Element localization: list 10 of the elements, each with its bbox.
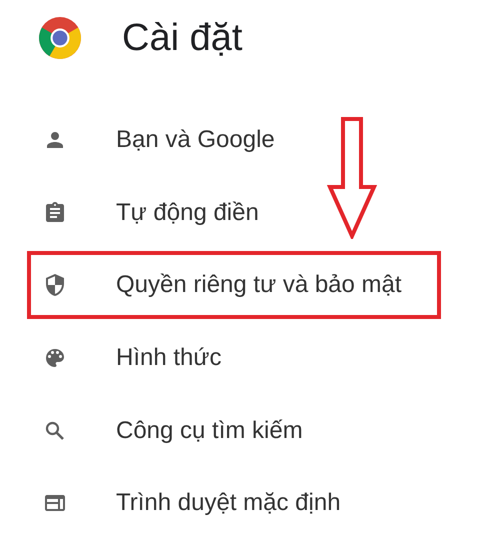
settings-title: Cài đặt xyxy=(122,17,242,59)
menu-item[interactable]: Bạn và Google xyxy=(0,126,275,154)
menu-item[interactable]: Tự động điền xyxy=(0,198,259,227)
menu-item[interactable]: Quyền riêng tư và bảo mật xyxy=(0,271,402,300)
shield-icon xyxy=(43,273,67,298)
menu-item[interactable]: Hình thức xyxy=(0,344,222,372)
menu-item[interactable]: Trình duyệt mặc định xyxy=(0,489,341,518)
browser-logo-icon xyxy=(39,17,81,59)
clipboard-icon xyxy=(43,200,67,225)
menu-item[interactable]: Công cụ tìm kiếm xyxy=(0,416,303,445)
